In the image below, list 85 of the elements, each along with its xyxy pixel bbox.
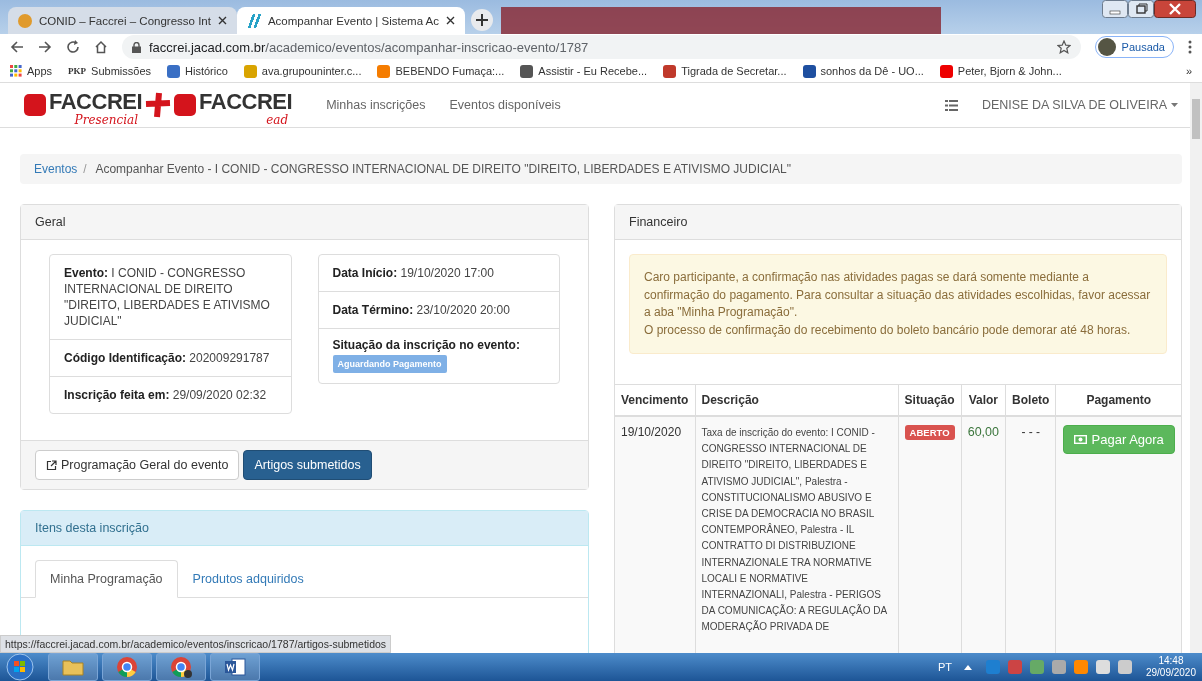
info-item: Inscrição feita em: 29/09/2020 02:32 xyxy=(50,376,291,413)
tab[interactable]: Minha Programação xyxy=(35,560,178,598)
site-icon xyxy=(520,64,534,78)
star-icon[interactable] xyxy=(1056,40,1071,54)
money-icon xyxy=(1073,435,1087,444)
clock[interactable]: 14:48 29/09/2020 xyxy=(1145,655,1196,679)
word-icon xyxy=(224,657,246,677)
site-icon xyxy=(377,64,391,78)
grid-icon xyxy=(10,65,22,77)
caret-icon xyxy=(1171,103,1178,107)
schedule-button[interactable]: Programação Geral do evento xyxy=(35,450,240,480)
site-icon xyxy=(167,64,180,78)
site-icon xyxy=(18,13,32,28)
panel-title: Financeiro xyxy=(615,205,1181,240)
info-item: Data Início: 19/10/2020 17:00 xyxy=(331,265,495,282)
status-url: https://faccrei.jacad.com.br/academico/eventos/inscricao/1787/artigos-submetidos xyxy=(0,635,392,653)
nav-link[interactable]: Minhas inscrições xyxy=(326,98,426,112)
close-icon[interactable] xyxy=(446,16,456,25)
list-icon[interactable] xyxy=(944,99,958,111)
site-icon xyxy=(939,64,953,78)
site-icon xyxy=(243,64,257,78)
breadcrumb-current: Acompanhar Evento - I CONID - CONGRESSO INTERNACIONAL DE DIREITO "DIREITO, LIBERDADES E ATIVISMO JUDICIAL" xyxy=(95,162,791,176)
site-icon xyxy=(802,64,816,78)
tab[interactable]: Produtos adquiridos xyxy=(177,560,319,598)
folder-icon xyxy=(62,658,84,676)
chrome-icon xyxy=(116,656,138,678)
taskbar-app[interactable] xyxy=(210,653,260,681)
bookmark[interactable]: BEBENDO Fumaça:... xyxy=(377,64,505,78)
restore-icon[interactable] xyxy=(1128,0,1154,18)
clock-time: 14:48 xyxy=(1158,655,1184,667)
bookmark[interactable]: Tigrada de Secretar... xyxy=(663,64,787,78)
start-button-icon[interactable] xyxy=(6,653,34,681)
chrome-icon xyxy=(170,656,192,678)
breadcrumb-link[interactable]: Eventos xyxy=(34,162,78,176)
user-menu[interactable]: DENISE DA SILVA DE OLIVEIRA xyxy=(981,98,1178,112)
bookmark[interactable]: ava.grupouninter.c... xyxy=(243,64,362,78)
info-item: Data Término: 23/10/2020 20:00 xyxy=(318,291,559,328)
home-icon[interactable] xyxy=(94,40,108,54)
status-badge: Aguardando Pagamento xyxy=(332,355,447,373)
nav-link[interactable]: Eventos disponíveis xyxy=(449,98,561,112)
taskbar-app[interactable] xyxy=(156,653,206,681)
browser-tab[interactable]: CONID – Faccrei – Congresso Int xyxy=(8,7,237,34)
close-icon[interactable] xyxy=(1154,0,1196,18)
info-item: Código Identificação: 202009291787 xyxy=(50,339,291,376)
panel-title: Itens desta inscrição xyxy=(21,511,588,546)
pkp-logo: PKP xyxy=(68,66,87,76)
bookmark[interactable]: Apps xyxy=(10,65,53,77)
bookmark[interactable]: PKP Submissões xyxy=(68,65,151,77)
plus-icon xyxy=(145,92,172,118)
minimize-icon[interactable] xyxy=(1102,0,1128,18)
logo-mark-icon xyxy=(174,94,197,116)
browser-tab[interactable]: Acompanhar Evento | Sistema Ac xyxy=(236,7,466,34)
alert-text: O processo de confirmação do recebimento do boleto bancário pode demorar até 48 horas. xyxy=(644,321,1132,339)
info-item: Evento: I CONID - CONGRESSO INTERNACIONAL DE DIREITO "DIREITO, LIBERDADES E ATIVISMO JUDICIAL" xyxy=(63,265,271,330)
reload-icon[interactable] xyxy=(66,40,80,54)
site-icon xyxy=(663,64,677,78)
back-icon[interactable] xyxy=(10,40,24,54)
due-date: 19/10/2020 xyxy=(621,425,682,439)
lock-icon xyxy=(132,41,141,53)
more-bookmarks-button[interactable]: » xyxy=(1185,65,1192,77)
description-text: Taxa de inscrição do evento: I CONID - CONGRESSO INTERNACIONAL DE DIREITO "DIREITO, LIBERDADES E ATIVISMO JUDICIAL", Palestra - CONSTITUCIONALISMO ABUSIVO E CRISE DA DEMOCRACIA NO BRASIL CONTEMPORÂNEO, Palestra - IL CONTRATTO DI DISTRIBUZIONE INTERNAZIONALE TRA NORMATIVE LOCALI E NORMATIVE INTERNAZIONALI, Palestra - PERIGOS DA COMUNICAÇÃO: A REGULAÇÃO DA MODERAÇÃO PRIVADA DE xyxy=(701,426,888,635)
show-hidden-icons[interactable] xyxy=(963,664,972,670)
bookmark[interactable]: Histórico xyxy=(167,64,228,78)
avatar-icon xyxy=(1097,38,1116,56)
address-bar[interactable]: faccrei.jacad.com.br/academico/eventos/acompanhar-inscricao-evento/1787 xyxy=(122,35,1081,59)
close-icon[interactable] xyxy=(217,16,227,25)
amount: 60,00 xyxy=(967,425,999,439)
alert-text: Caro participante, a confirmação nas atividades pagas se dará somente mediante a confirmação do pagamento. Para consultar a situação das atividades escolhidas, favor acessar a aba "Minha Programação". xyxy=(644,269,1152,321)
boleto-text: - - - xyxy=(1021,425,1041,439)
bookmark[interactable]: sonhos da Dê - UO... xyxy=(802,64,924,78)
articles-button[interactable]: Artigos submetidos xyxy=(243,450,372,480)
new-tab-icon[interactable] xyxy=(471,9,494,31)
status-badge: ABERTO xyxy=(904,425,955,440)
logo-mark-icon xyxy=(24,94,46,116)
status-label: Situação da inscrição no evento: xyxy=(332,337,520,353)
forward-icon[interactable] xyxy=(38,40,52,54)
separator: / xyxy=(83,162,87,176)
bookmark[interactable]: Peter, Bjorn & John... xyxy=(939,64,1062,78)
panel-title: Geral xyxy=(21,205,588,240)
language-indicator[interactable]: PT xyxy=(937,661,952,673)
clock-date: 29/09/2020 xyxy=(1145,667,1196,679)
scrollbar[interactable] xyxy=(1190,83,1202,653)
menu-icon[interactable] xyxy=(1188,40,1192,54)
external-link-icon xyxy=(46,459,57,471)
bookmark[interactable]: Assistir - Eu Recebe... xyxy=(520,64,648,78)
